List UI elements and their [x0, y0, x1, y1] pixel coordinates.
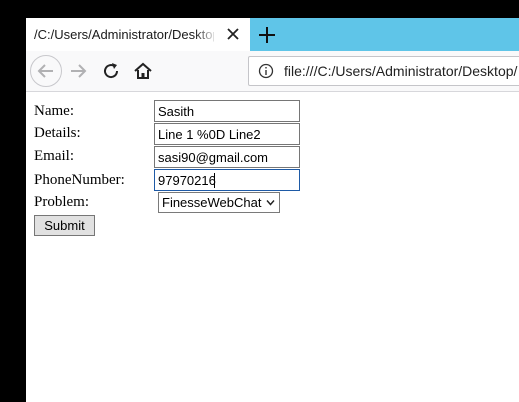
tab-strip: /C:/Users/Administrator/Desktop/w: [26, 18, 519, 51]
problem-select-value: FinesseWebChat: [162, 195, 262, 210]
back-arrow-icon: [37, 64, 53, 78]
home-icon[interactable]: [132, 60, 154, 82]
chevron-down-icon: [266, 200, 275, 206]
plus-icon[interactable]: [256, 24, 278, 46]
name-label: Name:: [34, 103, 74, 119]
details-input[interactable]: [154, 123, 300, 145]
name-input[interactable]: [154, 100, 300, 122]
tab-active[interactable]: /C:/Users/Administrator/Desktop/w: [26, 18, 250, 51]
email-input[interactable]: [154, 146, 300, 168]
back-button[interactable]: [30, 55, 62, 87]
navigation-toolbar: file:///C:/Users/Administrator/Desktop/: [26, 51, 519, 92]
url-bar[interactable]: file:///C:/Users/Administrator/Desktop/: [248, 56, 519, 86]
details-label: Details:: [34, 125, 81, 141]
tab-title-fade: [194, 18, 218, 51]
tab-title: /C:/Users/Administrator/Desktop/w: [34, 27, 214, 42]
info-icon[interactable]: [258, 63, 274, 79]
problem-select[interactable]: FinesseWebChat: [158, 192, 280, 213]
close-icon[interactable]: [225, 26, 241, 42]
page-content: Name: Details: Email: PhoneNumber: Probl…: [26, 92, 519, 402]
text-caret: [214, 173, 215, 188]
email-label: Email:: [34, 148, 74, 164]
submit-button[interactable]: Submit: [34, 215, 95, 236]
browser-window: /C:/Users/Administrator/Desktop/w file:/…: [26, 18, 519, 402]
problem-label: Problem:: [34, 194, 89, 210]
forward-arrow-icon[interactable]: [68, 60, 90, 82]
reload-icon[interactable]: [100, 60, 122, 82]
phone-label: PhoneNumber:: [34, 172, 125, 188]
phone-input[interactable]: [154, 169, 300, 191]
url-text: file:///C:/Users/Administrator/Desktop/: [284, 63, 518, 79]
